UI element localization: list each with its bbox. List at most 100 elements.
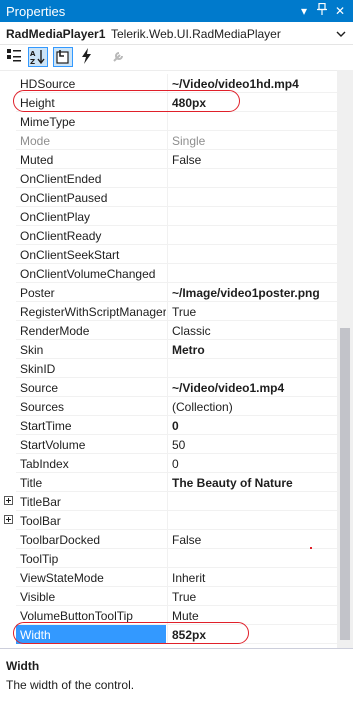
property-value[interactable]: (Collection) [168, 397, 337, 416]
object-selector[interactable]: RadMediaPlayer1 Telerik.Web.UI.RadMediaP… [0, 22, 353, 45]
property-name[interactable]: VolumeButtonToolTip [16, 606, 166, 625]
property-value[interactable]: True [168, 302, 337, 321]
property-row[interactable]: StartTime 0 [0, 416, 337, 435]
expand-plus-icon[interactable] [4, 515, 13, 524]
property-name[interactable]: OnClientSeekStart [16, 245, 166, 264]
property-name[interactable]: Muted [16, 150, 166, 169]
property-name[interactable]: StartTime [16, 416, 166, 435]
property-name[interactable]: RegisterWithScriptManager [16, 302, 166, 321]
property-row[interactable]: VolumeButtonToolTip Mute [0, 606, 337, 625]
properties-button[interactable] [53, 47, 73, 67]
property-name[interactable]: TitleBar [16, 492, 166, 511]
property-name[interactable]: OnClientEnded [16, 169, 166, 188]
property-name[interactable]: Mode [16, 131, 166, 150]
alphabetical-button[interactable]: A Z [28, 47, 48, 67]
property-value[interactable] [168, 245, 337, 264]
property-pages-button[interactable] [110, 47, 130, 67]
property-value[interactable] [168, 226, 337, 245]
property-name[interactable]: Width [16, 625, 166, 644]
property-value[interactable]: 480px [168, 93, 337, 112]
property-row[interactable]: Width 852px [0, 625, 337, 644]
property-name[interactable]: ToolTip [16, 549, 166, 568]
property-value[interactable]: Inherit [168, 568, 337, 587]
property-name[interactable]: StartVolume [16, 435, 166, 454]
property-row[interactable]: TabIndex 0 [0, 454, 337, 473]
property-name[interactable]: Title [16, 473, 166, 492]
scrollbar-thumb[interactable] [340, 328, 350, 640]
property-value[interactable] [168, 492, 337, 511]
property-row[interactable]: OnClientEnded [0, 169, 337, 188]
vertical-scrollbar[interactable] [337, 70, 353, 648]
property-name[interactable]: RenderMode [16, 321, 166, 340]
property-value[interactable] [168, 511, 337, 530]
property-row[interactable]: MimeType [0, 112, 337, 131]
property-row[interactable]: OnClientPlay [0, 207, 337, 226]
property-name[interactable]: ToolbarDocked [16, 530, 166, 549]
property-value[interactable] [168, 112, 337, 131]
property-name[interactable]: ToolBar [16, 511, 166, 530]
property-value[interactable] [168, 264, 337, 283]
close-icon[interactable]: ✕ [331, 2, 349, 20]
property-row[interactable]: Source ~/Video/video1.mp4 [0, 378, 337, 397]
property-name[interactable]: OnClientReady [16, 226, 166, 245]
property-name[interactable]: Visible [16, 587, 166, 606]
property-value[interactable] [168, 207, 337, 226]
property-value[interactable] [168, 359, 337, 378]
property-row[interactable]: HDSource ~/Video/video1hd.mp4 [0, 74, 337, 93]
property-value[interactable]: ~/Image/video1poster.png [168, 283, 337, 302]
property-value[interactable]: Metro [168, 340, 337, 359]
property-row[interactable]: ToolBar [0, 511, 337, 530]
property-name[interactable]: OnClientPlay [16, 207, 166, 226]
property-value[interactable] [168, 169, 337, 188]
property-value[interactable]: 50 [168, 435, 337, 454]
property-name[interactable]: Source [16, 378, 166, 397]
property-value[interactable]: True [168, 587, 337, 606]
property-row[interactable]: Sources (Collection) [0, 397, 337, 416]
property-name[interactable]: SkinID [16, 359, 166, 378]
property-row[interactable]: SkinID [0, 359, 337, 378]
property-name[interactable]: OnClientVolumeChanged [16, 264, 166, 283]
property-name[interactable]: Height [16, 93, 166, 112]
property-row[interactable]: Muted False [0, 150, 337, 169]
property-row[interactable]: ViewStateMode Inherit [0, 568, 337, 587]
property-name[interactable]: TabIndex [16, 454, 166, 473]
property-row[interactable]: ToolTip [0, 549, 337, 568]
property-row[interactable]: Poster ~/Image/video1poster.png [0, 283, 337, 302]
property-value[interactable]: The Beauty of Nature [168, 473, 337, 492]
events-button[interactable] [78, 47, 98, 67]
chevron-down-icon[interactable] [335, 28, 347, 40]
property-row[interactable]: RegisterWithScriptManager True [0, 302, 337, 321]
property-name[interactable]: ViewStateMode [16, 568, 166, 587]
property-row[interactable]: Height 480px [0, 93, 337, 112]
property-row[interactable]: OnClientReady [0, 226, 337, 245]
property-row[interactable]: TitleBar [0, 492, 337, 511]
property-row[interactable]: Visible True [0, 587, 337, 606]
property-value[interactable]: 852px [168, 625, 337, 644]
property-value[interactable]: 0 [168, 416, 337, 435]
property-grid[interactable]: HDSource ~/Video/video1hd.mp4 Height 480px M… [0, 70, 353, 648]
property-value[interactable]: Classic [168, 321, 337, 340]
property-name[interactable]: HDSource [16, 74, 166, 93]
property-value[interactable]: ~/Video/video1.mp4 [168, 378, 337, 397]
property-row[interactable]: StartVolume 50 [0, 435, 337, 454]
property-name[interactable]: Skin [16, 340, 166, 359]
property-name[interactable]: MimeType [16, 112, 166, 131]
property-name[interactable]: OnClientPaused [16, 188, 166, 207]
property-row[interactable]: Skin Metro [0, 340, 337, 359]
property-row[interactable]: Mode Single [0, 131, 337, 150]
window-position-dropdown-icon[interactable]: ▾ [295, 2, 313, 20]
property-name[interactable]: Poster [16, 283, 166, 302]
expand-plus-icon[interactable] [4, 496, 13, 505]
categorized-button[interactable] [5, 47, 25, 67]
property-row[interactable]: RenderMode Classic [0, 321, 337, 340]
property-row[interactable]: OnClientVolumeChanged [0, 264, 337, 283]
property-row[interactable]: OnClientSeekStart [0, 245, 337, 264]
property-value[interactable]: ~/Video/video1hd.mp4 [168, 74, 337, 93]
property-value[interactable]: False [168, 150, 337, 169]
property-value[interactable]: Single [168, 131, 337, 150]
property-value[interactable] [168, 188, 337, 207]
property-row[interactable]: OnClientPaused [0, 188, 337, 207]
auto-hide-pin-icon[interactable] [313, 2, 331, 20]
property-name[interactable]: Sources [16, 397, 166, 416]
property-value[interactable] [168, 549, 337, 568]
